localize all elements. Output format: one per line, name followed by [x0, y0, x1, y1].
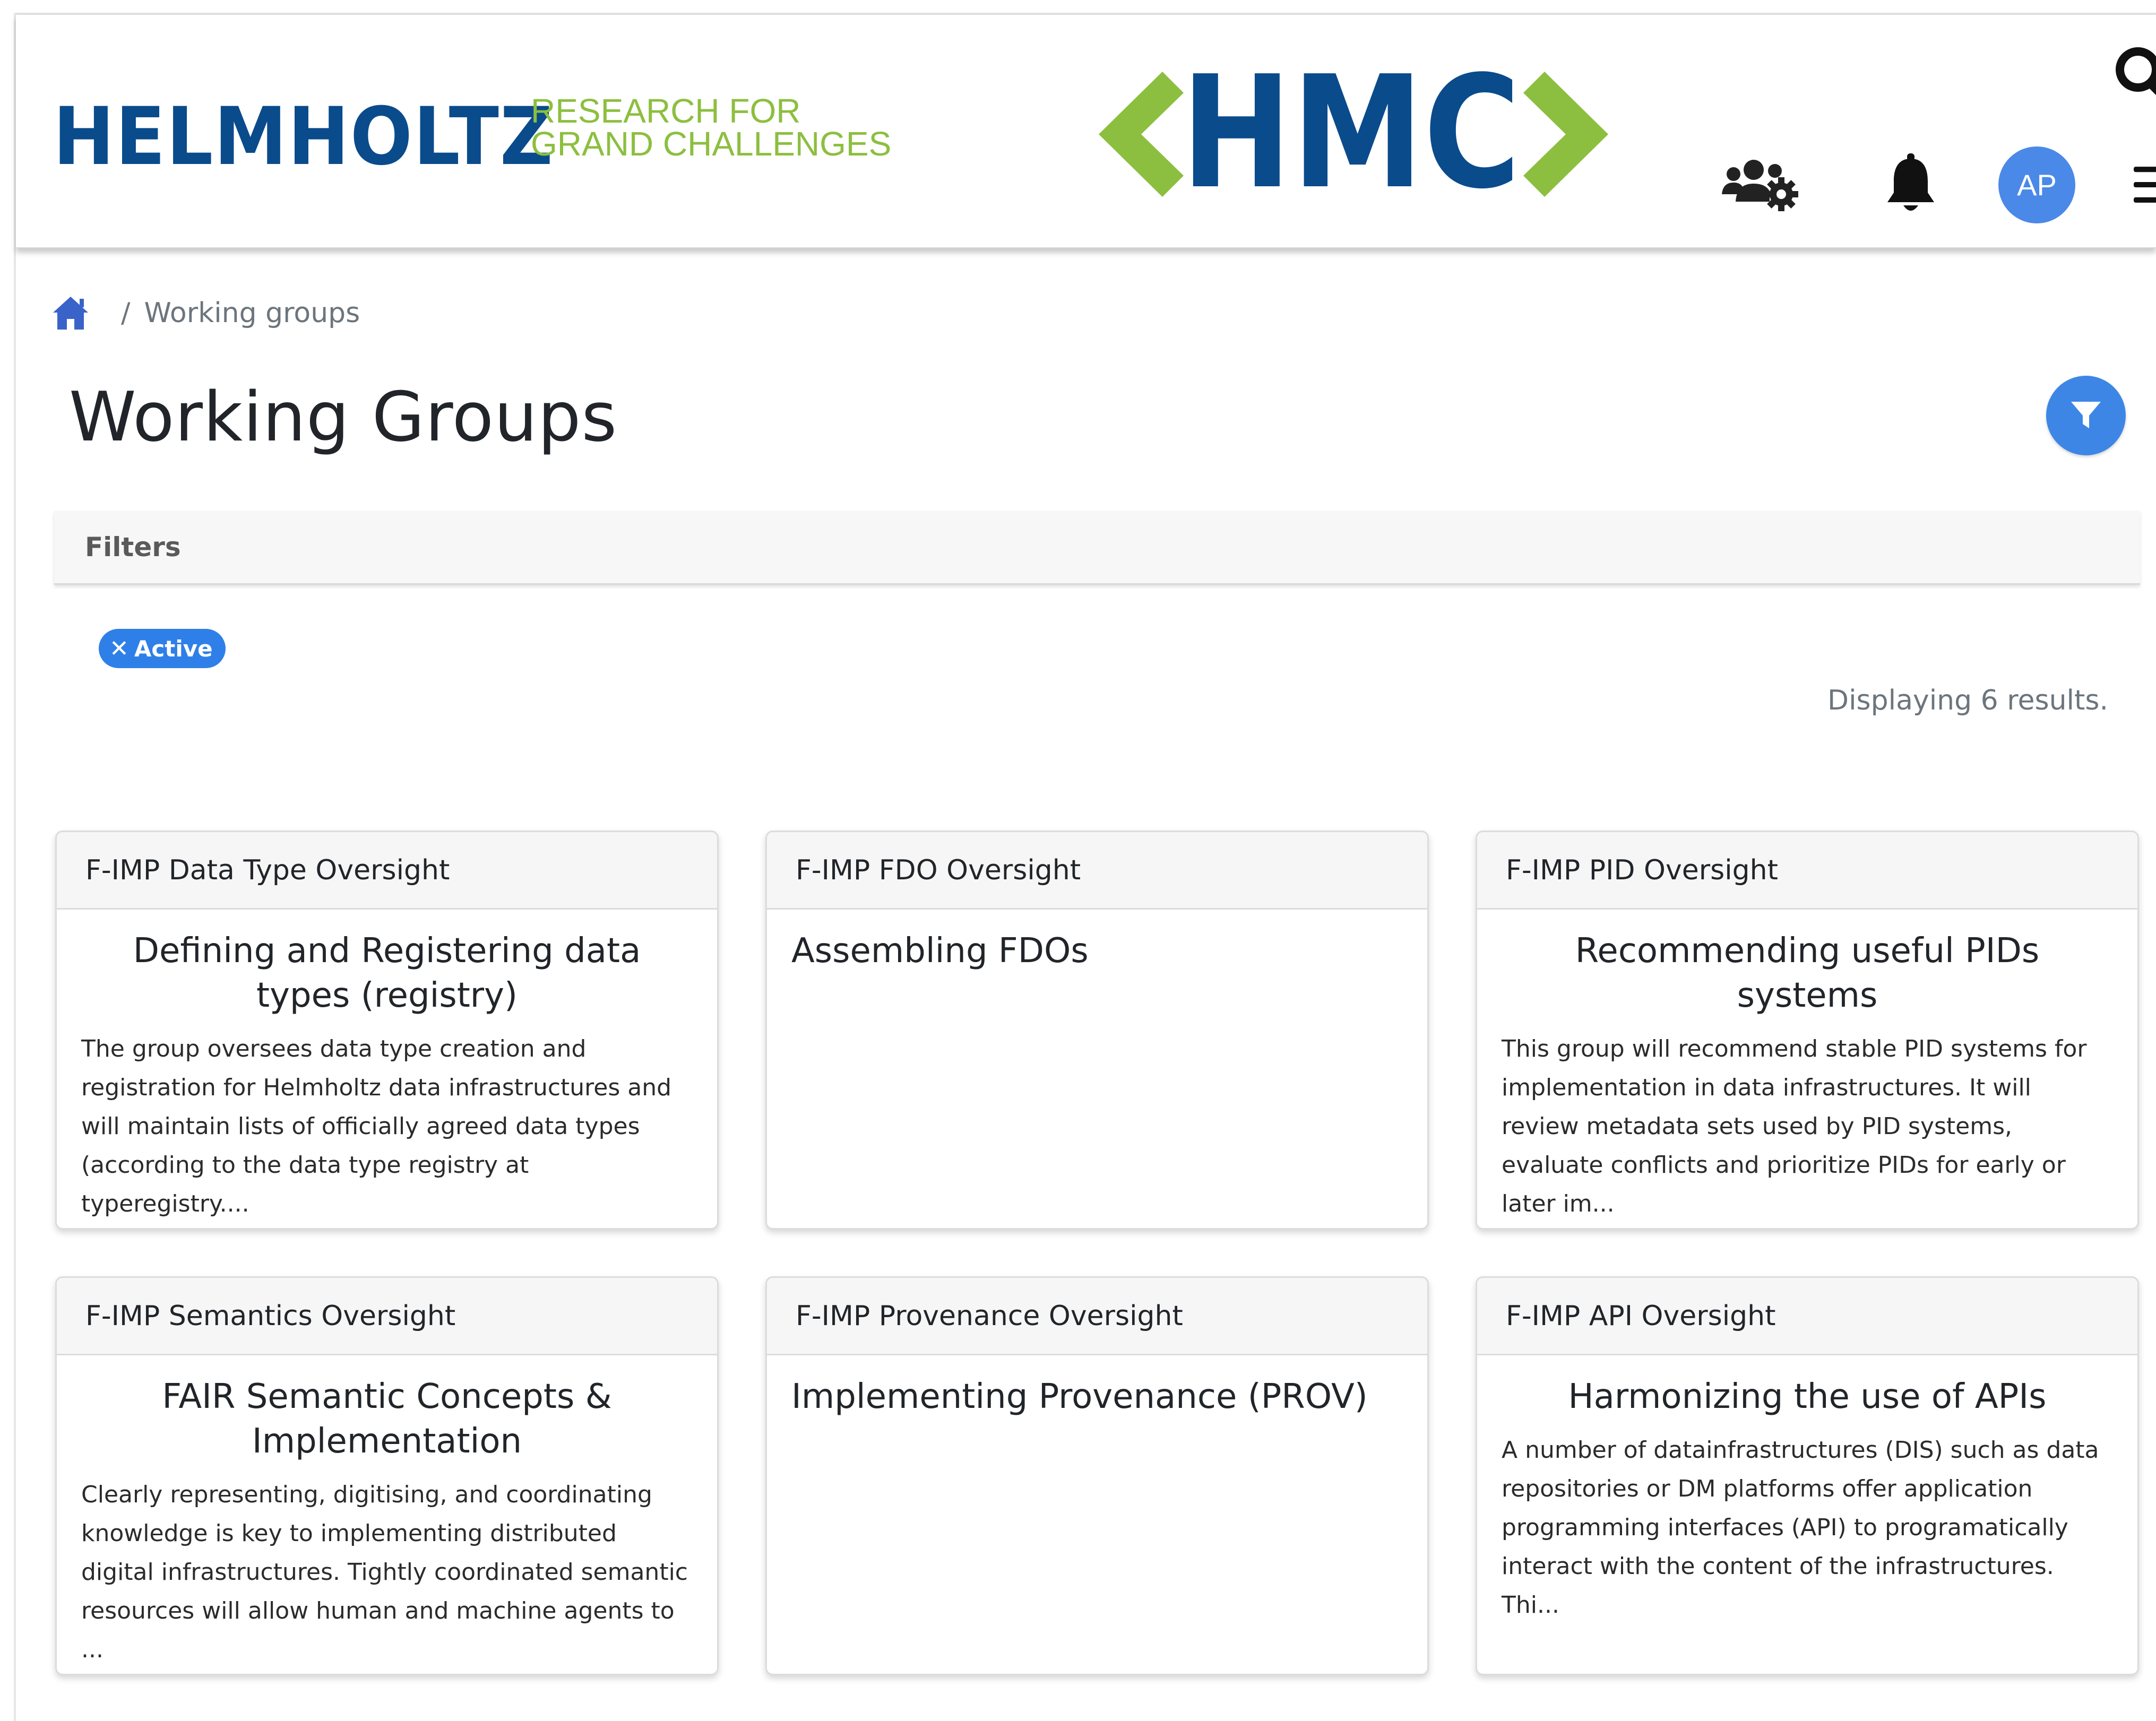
card-title[interactable]: Recommending useful PIDs systems: [1502, 929, 2113, 1018]
card-header: F-IMP PID Oversight: [1477, 832, 2137, 910]
card-header: F-IMP FDO Oversight: [767, 832, 1427, 910]
helmholtz-logo[interactable]: HELMHOLTZ RESEARCH FOR GRAND CHALLENGES: [53, 84, 891, 190]
card-body: Implementing Provenance (PROV): [767, 1355, 1427, 1447]
card-description: A number of datainfrastructures (DIS) su…: [1502, 1437, 2099, 1619]
top-navbar: HELMHOLTZ RESEARCH FOR GRAND CHALLENGES …: [16, 15, 2156, 248]
filter-icon: [2071, 402, 2101, 428]
hmc-right-chevron: [1523, 72, 1608, 197]
close-icon[interactable]: ✕: [109, 635, 129, 662]
card-description: Clearly representing, digitising, and co…: [81, 1481, 688, 1663]
filter-toggle-button[interactable]: [2046, 376, 2126, 455]
card-description: This group will recommend stable PID sys…: [1502, 1035, 2087, 1217]
working-groups-grid: F-IMP Data Type Oversight Defining and R…: [55, 831, 2139, 1675]
user-group-settings-icon[interactable]: [1720, 150, 1799, 219]
card-body: Recommending useful PIDs systems This gr…: [1477, 910, 2137, 1228]
working-group-card[interactable]: F-IMP Semantics Oversight FAIR Semantic …: [55, 1276, 719, 1675]
breadcrumb-current: Working groups: [144, 297, 360, 329]
card-header: F-IMP API Oversight: [1477, 1278, 2137, 1355]
brand-tagline: RESEARCH FOR GRAND CHALLENGES: [531, 92, 892, 163]
avatar[interactable]: AP: [1998, 146, 2075, 223]
card-title[interactable]: Harmonizing the use of APIs: [1502, 1374, 2113, 1419]
card-description: The group oversees data type creation an…: [81, 1035, 672, 1217]
card-title[interactable]: FAIR Semantic Concepts & Implementation: [81, 1374, 693, 1464]
card-body: Harmonizing the use of APIs A number of …: [1477, 1355, 2137, 1640]
card-title[interactable]: Assembling FDOs: [791, 929, 1403, 973]
card-title[interactable]: Implementing Provenance (PROV): [791, 1374, 1403, 1419]
card-header: F-IMP Data Type Oversight: [57, 832, 717, 910]
menu-icon[interactable]: [2134, 155, 2156, 214]
card-body: Assembling FDOs: [767, 910, 1427, 1001]
brand-tagline-line2: GRAND CHALLENGES: [531, 125, 892, 163]
card-header: F-IMP Semantics Oversight: [57, 1278, 717, 1355]
page-title: Working Groups: [69, 378, 618, 457]
brand-tagline-line1: RESEARCH FOR: [531, 92, 801, 130]
working-group-card[interactable]: F-IMP PID Oversight Recommending useful …: [1476, 831, 2139, 1230]
breadcrumb: / Working groups: [52, 292, 360, 334]
results-count: Displaying 6 results.: [1827, 685, 2108, 716]
bell-icon[interactable]: [1879, 150, 1943, 219]
brand-name: HELMHOLTZ: [53, 91, 554, 183]
filters-label: Filters: [85, 531, 181, 563]
hmc-left-chevron: [1099, 72, 1184, 197]
search-icon[interactable]: [2112, 41, 2156, 110]
working-group-card[interactable]: F-IMP Provenance Oversight Implementing …: [765, 1276, 1429, 1675]
working-group-card[interactable]: F-IMP Data Type Oversight Defining and R…: [55, 831, 719, 1230]
hmc-logo-text: HMC: [1181, 65, 1521, 203]
window-frame-left: [14, 13, 16, 1721]
working-group-card[interactable]: F-IMP FDO Oversight Assembling FDOs: [765, 831, 1429, 1230]
working-group-card[interactable]: F-IMP API Oversight Harmonizing the use …: [1476, 1276, 2139, 1675]
active-filter-chip-label: Active: [134, 635, 213, 662]
filters-panel-header[interactable]: Filters: [54, 511, 2140, 585]
hmc-logo[interactable]: HMC: [1083, 42, 1624, 223]
card-body: Defining and Registering data types (reg…: [57, 910, 717, 1228]
avatar-initials: AP: [2017, 168, 2057, 202]
card-title[interactable]: Defining and Registering data types (reg…: [81, 929, 693, 1018]
breadcrumb-separator: /: [121, 297, 131, 329]
card-body: FAIR Semantic Concepts & Implementation …: [57, 1355, 717, 1674]
home-icon[interactable]: [52, 296, 89, 331]
active-filter-chip[interactable]: ✕ Active: [99, 629, 226, 668]
card-header: F-IMP Provenance Oversight: [767, 1278, 1427, 1355]
